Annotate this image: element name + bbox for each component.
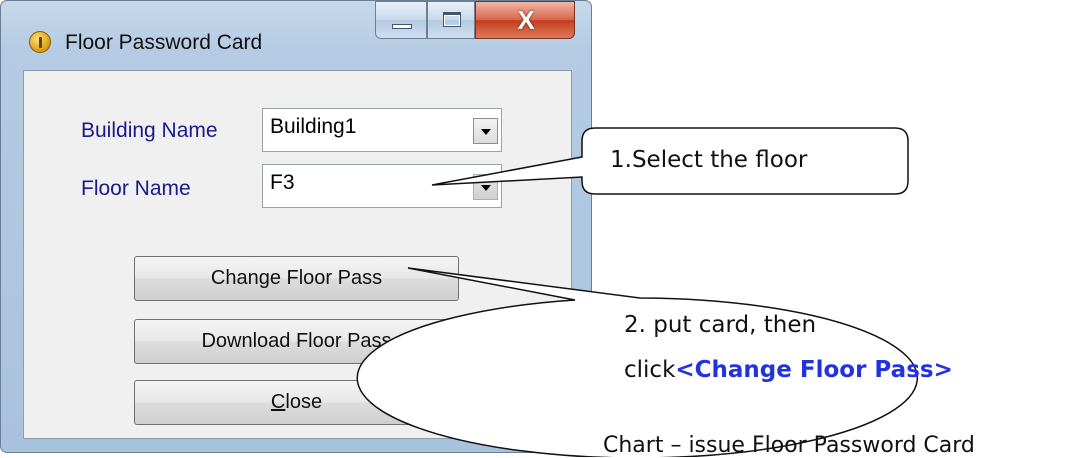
close-window-button[interactable]: X [475,1,575,39]
floor-name-select[interactable]: F3 [262,164,502,208]
close-accelerator: C [270,391,286,413]
chevron-down-icon[interactable] [473,118,498,144]
minimize-button[interactable] [375,1,427,39]
figure-caption: Chart – issue Floor Password Card [603,433,975,458]
maximize-button[interactable] [427,1,475,39]
callout-2-line2: click<Change Floor Pass> [624,357,953,383]
building-name-value: Building1 [270,115,357,138]
maximize-icon [443,12,461,27]
download-floor-pass-button[interactable]: Download Floor Pass [134,319,459,364]
building-name-select[interactable]: Building1 [262,108,502,152]
callout-2-prefix: click [624,357,676,383]
floor-name-value: F3 [270,171,295,194]
building-name-label: Building Name [81,119,218,142]
window-title: Floor Password Card [65,31,263,54]
chevron-down-icon[interactable] [473,174,498,200]
close-label-rest: lose [285,391,323,413]
callout-2-line1: 2. put card, then [624,312,817,338]
floor-name-label: Floor Name [81,177,191,200]
change-floor-pass-button[interactable]: Change Floor Pass [134,256,459,301]
app-info-icon [29,31,51,53]
title-bar[interactable]: Floor Password Card X [1,1,591,69]
minimize-icon [392,24,412,29]
close-button[interactable]: Close [134,380,459,425]
callout-2-link: <Change Floor Pass> [675,357,953,383]
close-icon: X [517,5,535,35]
callout-1-text: 1.Select the floor [610,147,808,173]
floor-password-card-window: Floor Password Card X Building Name Buil… [0,0,592,453]
dialog-body: Building Name Building1 Floor Name F3 Ch… [23,70,572,439]
